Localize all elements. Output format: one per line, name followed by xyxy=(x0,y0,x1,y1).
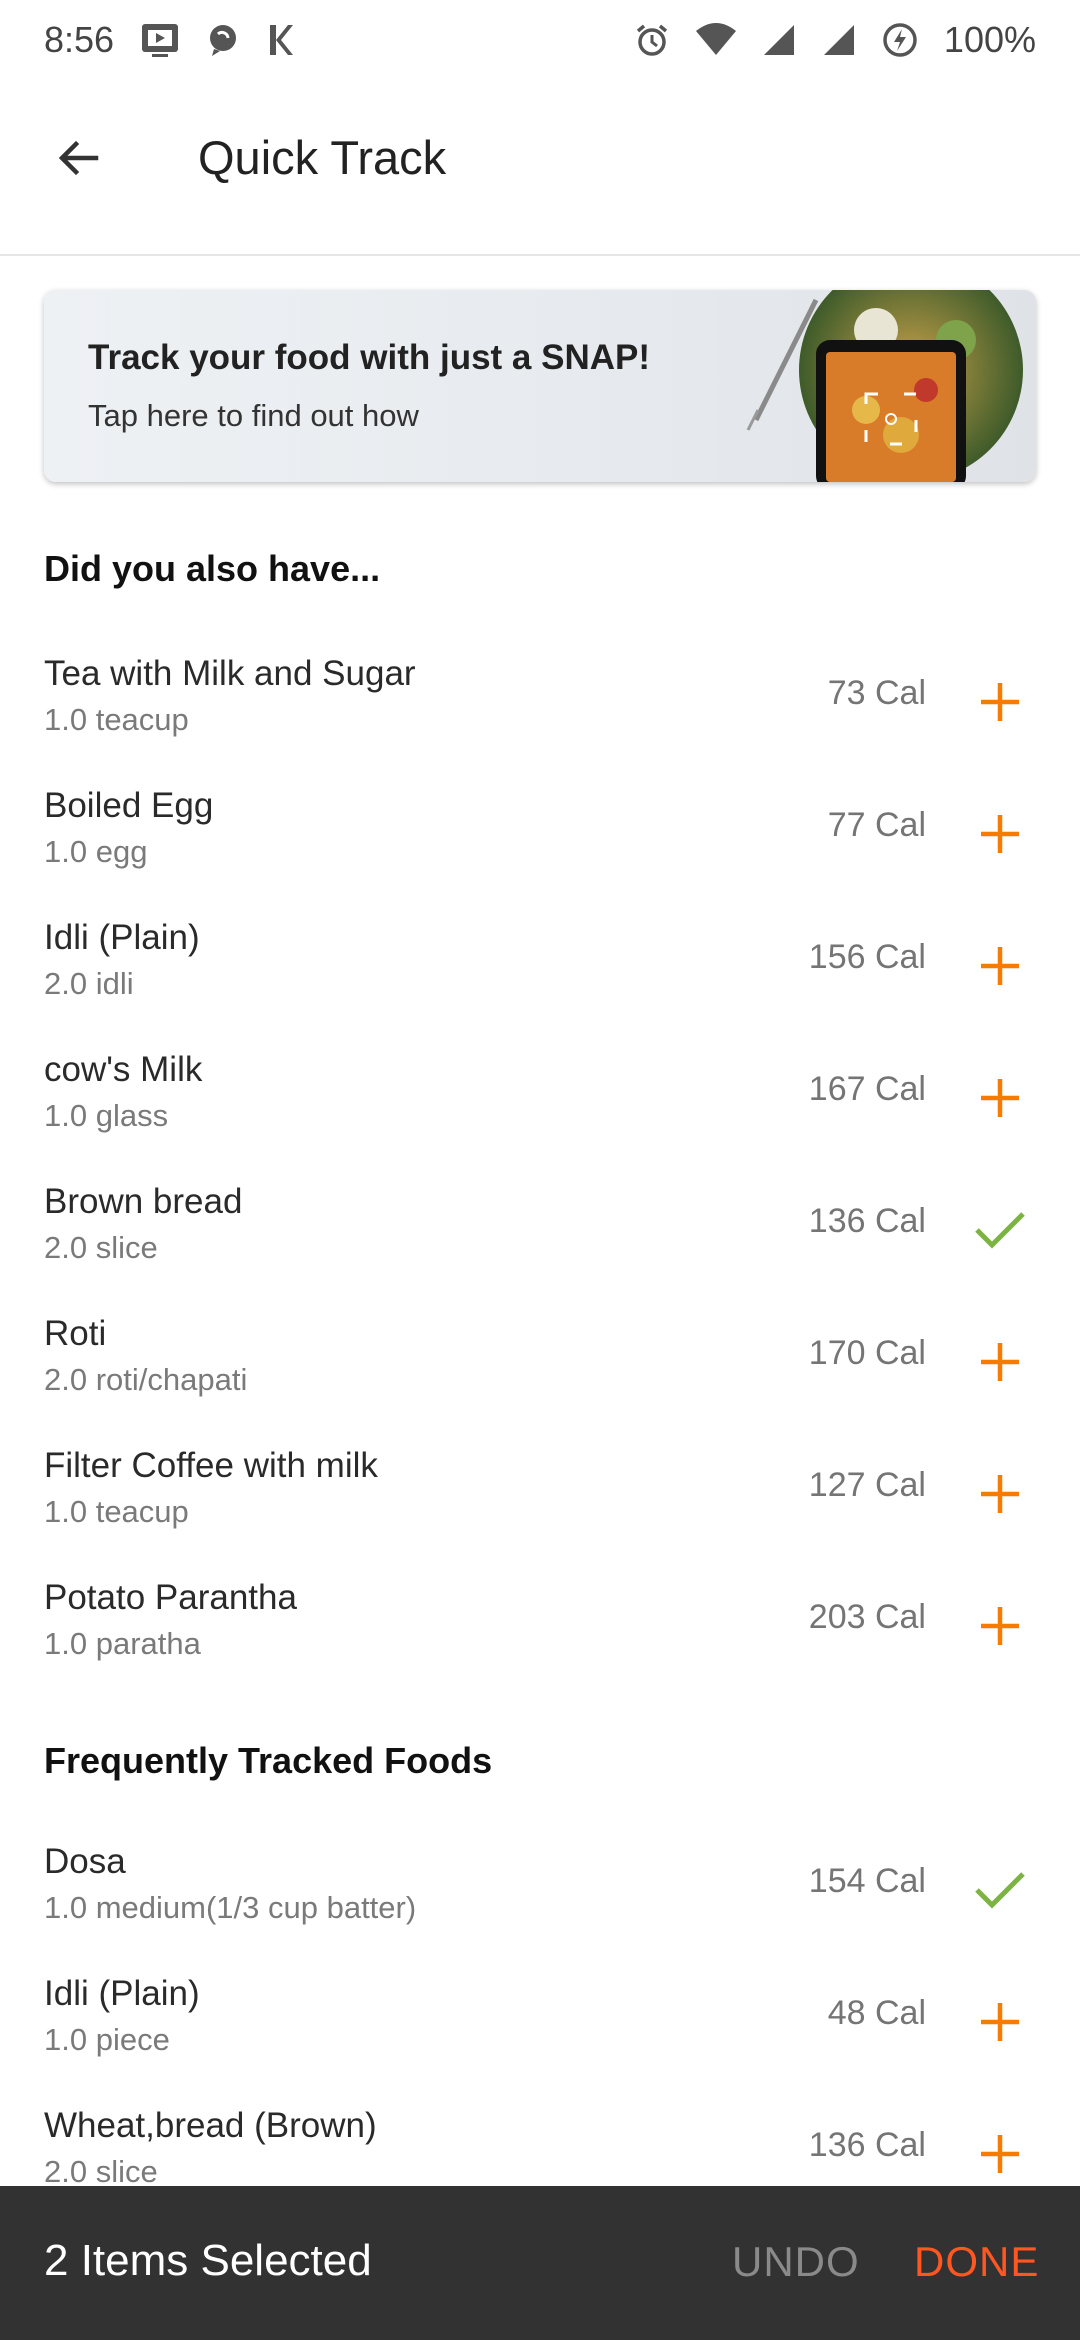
add-button[interactable] xyxy=(968,1594,1032,1658)
food-name: Boiled Egg xyxy=(44,786,214,825)
selected-toggle[interactable] xyxy=(968,1858,1032,1922)
list-item[interactable]: cow's Milk 1.0 glass 167 Cal xyxy=(0,1032,1080,1164)
food-name: Idli (Plain) xyxy=(44,918,200,957)
plus-icon xyxy=(981,1343,1019,1381)
food-calories: 203 Cal xyxy=(808,1598,926,1636)
plus-icon xyxy=(981,1079,1019,1117)
content-area: Track your food with just a SNAP! Tap he… xyxy=(0,0,1080,2186)
section-header-suggestions: Did you also have... xyxy=(44,548,381,589)
add-button[interactable] xyxy=(968,802,1032,866)
plus-icon xyxy=(981,815,1019,853)
food-calories: 154 Cal xyxy=(808,1862,926,1900)
plus-icon xyxy=(981,947,1019,985)
banner-title: Track your food with just a SNAP! xyxy=(88,338,651,377)
food-calories: 136 Cal xyxy=(808,2126,926,2164)
plus-icon xyxy=(981,1475,1019,1513)
add-button[interactable] xyxy=(968,670,1032,734)
food-calories: 156 Cal xyxy=(808,938,926,976)
food-name: Potato Parantha xyxy=(44,1578,297,1617)
list-item[interactable]: Brown bread 2.0 slice 136 Cal xyxy=(0,1164,1080,1296)
add-button[interactable] xyxy=(968,1330,1032,1394)
food-calories: 77 Cal xyxy=(827,806,926,844)
plus-icon xyxy=(981,683,1019,721)
plus-icon xyxy=(981,1607,1019,1645)
list-item[interactable]: Roti 2.0 roti/chapati 170 Cal xyxy=(0,1296,1080,1428)
selection-count: 2 Items Selected xyxy=(44,2236,372,2285)
food-calories: 48 Cal xyxy=(827,1994,926,2032)
section-header-frequent: Frequently Tracked Foods xyxy=(44,1740,493,1781)
food-quantity: 1.0 glass xyxy=(44,1098,169,1133)
check-icon xyxy=(975,1872,1025,1909)
list-item[interactable]: Tea with Milk and Sugar 1.0 teacup 73 Ca… xyxy=(0,636,1080,768)
food-calories: 170 Cal xyxy=(808,1334,926,1372)
plus-icon xyxy=(981,2003,1019,2041)
undo-button[interactable]: UNDO xyxy=(732,2238,860,2286)
add-button[interactable] xyxy=(968,1990,1032,2054)
food-calories: 127 Cal xyxy=(808,1466,926,1504)
list-item[interactable]: Idli (Plain) 2.0 idli 156 Cal xyxy=(0,900,1080,1032)
food-name: Tea with Milk and Sugar xyxy=(44,654,416,693)
list-item[interactable]: Filter Coffee with milk 1.0 teacup 127 C… xyxy=(0,1428,1080,1560)
check-icon xyxy=(975,1212,1025,1249)
food-name: Wheat,bread (Brown) xyxy=(44,2106,377,2145)
food-name: cow's Milk xyxy=(44,1050,203,1089)
food-name: Idli (Plain) xyxy=(44,1974,200,2013)
list-item[interactable]: Boiled Egg 1.0 egg 77 Cal xyxy=(0,768,1080,900)
selection-snackbar: 2 Items Selected UNDO DONE xyxy=(0,2186,1080,2340)
add-button[interactable] xyxy=(968,1066,1032,1130)
list-item[interactable]: Potato Parantha 1.0 paratha 203 Cal xyxy=(0,1560,1080,1692)
banner-subtitle: Tap here to find out how xyxy=(88,398,419,433)
food-calories: 167 Cal xyxy=(808,1070,926,1108)
food-quantity: 1.0 egg xyxy=(44,834,148,869)
food-quantity: 1.0 teacup xyxy=(44,1494,189,1529)
snap-banner[interactable]: Track your food with just a SNAP! Tap he… xyxy=(44,290,1036,482)
food-quantity: 1.0 medium(1/3 cup batter) xyxy=(44,1890,417,1925)
food-quantity: 2.0 slice xyxy=(44,1230,158,1265)
list-item[interactable]: Idli (Plain) 1.0 piece 48 Cal xyxy=(0,1956,1080,2088)
list-item[interactable]: Dosa 1.0 medium(1/3 cup batter) 154 Cal xyxy=(0,1824,1080,1956)
add-button[interactable] xyxy=(968,934,1032,998)
food-quantity: 1.0 paratha xyxy=(44,1626,201,1661)
food-name: Filter Coffee with milk xyxy=(44,1446,378,1485)
done-button[interactable]: DONE xyxy=(914,2238,1039,2286)
food-quantity: 1.0 piece xyxy=(44,2022,170,2057)
food-quantity: 1.0 teacup xyxy=(44,702,189,737)
food-calories: 136 Cal xyxy=(808,1202,926,1240)
food-name: Roti xyxy=(44,1314,107,1353)
plus-icon xyxy=(981,2135,1019,2173)
food-quantity: 2.0 roti/chapati xyxy=(44,1362,248,1397)
add-button[interactable] xyxy=(968,2122,1032,2186)
food-phone-illustration xyxy=(746,290,1023,482)
food-calories: 73 Cal xyxy=(827,674,926,712)
food-name: Brown bread xyxy=(44,1182,243,1221)
food-name: Dosa xyxy=(44,1842,126,1881)
food-quantity: 2.0 slice xyxy=(44,2154,158,2186)
list-item[interactable]: Wheat,bread (Brown) 2.0 slice 136 Cal xyxy=(0,2088,1080,2186)
food-quantity: 2.0 idli xyxy=(44,966,134,1001)
add-button[interactable] xyxy=(968,1462,1032,1526)
selected-toggle[interactable] xyxy=(968,1198,1032,1262)
